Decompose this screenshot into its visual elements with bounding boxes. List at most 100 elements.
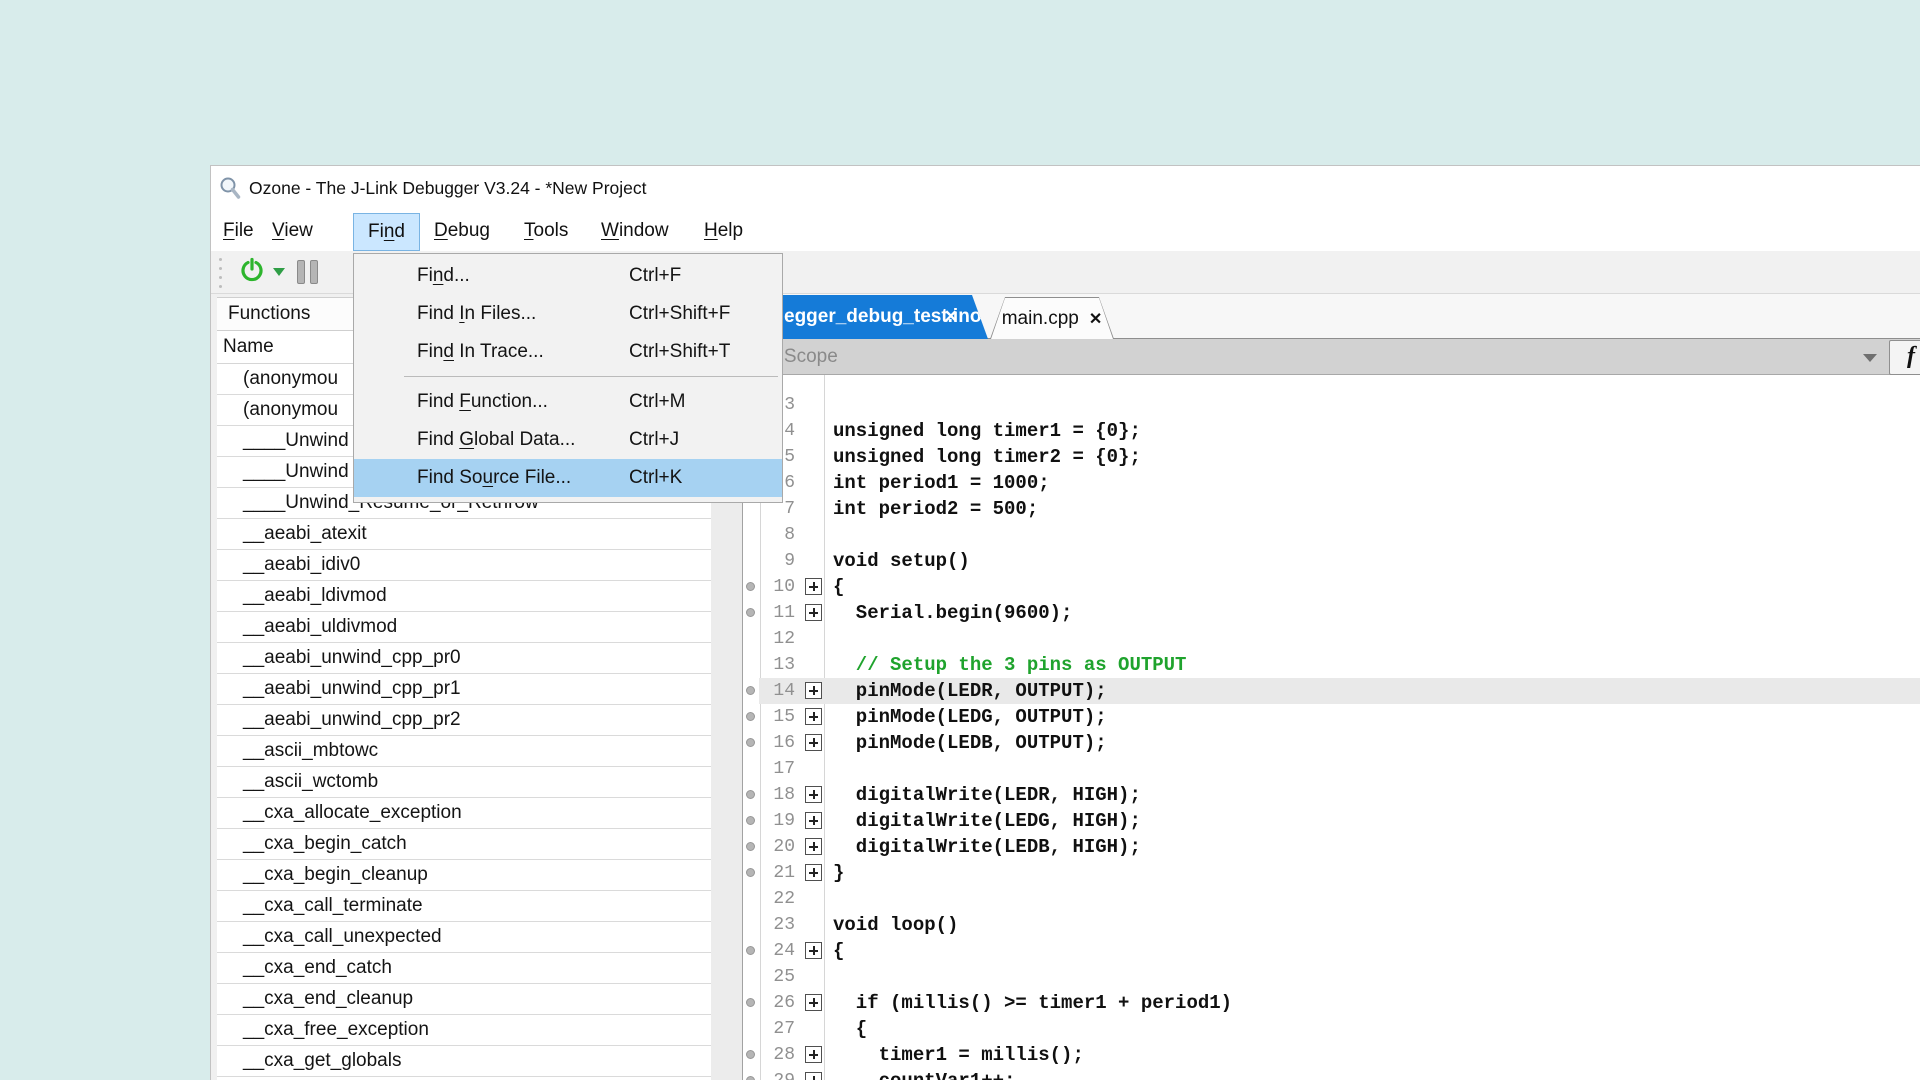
line-number[interactable]: 20 bbox=[757, 834, 795, 860]
line-number[interactable]: 28 bbox=[757, 1042, 795, 1068]
code-line-7: 7int period2 = 500; bbox=[743, 496, 1920, 522]
breakpoint-dot-icon[interactable] bbox=[746, 738, 755, 747]
breakpoint-dot-icon[interactable] bbox=[746, 842, 755, 851]
line-number[interactable]: 16 bbox=[757, 730, 795, 756]
menubar-item-tools[interactable]: Tools bbox=[524, 213, 568, 249]
line-number[interactable]: 29 bbox=[757, 1068, 795, 1080]
line-number[interactable]: 25 bbox=[757, 964, 795, 990]
function-row[interactable]: __aeabi_ldivmod bbox=[217, 581, 711, 612]
line-number[interactable]: 15 bbox=[757, 704, 795, 730]
close-tab-icon[interactable]: ✕ bbox=[944, 295, 958, 339]
menu-shortcut: Ctrl+M bbox=[629, 383, 685, 421]
breakpoint-dot-icon[interactable] bbox=[746, 868, 755, 877]
fold-expand-icon[interactable] bbox=[805, 994, 822, 1011]
line-number[interactable]: 22 bbox=[757, 886, 795, 912]
toolbar-grip-handle[interactable] bbox=[219, 258, 223, 288]
function-row[interactable]: __cxa_end_catch bbox=[217, 953, 711, 984]
breakpoint-dot-icon[interactable] bbox=[746, 686, 755, 695]
code-line-27: 27 { bbox=[743, 1016, 1920, 1042]
line-number[interactable]: 14 bbox=[757, 678, 795, 704]
line-number[interactable]: 17 bbox=[757, 756, 795, 782]
line-number[interactable]: 13 bbox=[757, 652, 795, 678]
menu-item-find[interactable]: Find...Ctrl+F bbox=[354, 257, 782, 295]
line-number[interactable]: 24 bbox=[757, 938, 795, 964]
function-row[interactable]: __ascii_mbtowc bbox=[217, 736, 711, 767]
breakpoint-dot-icon[interactable] bbox=[746, 1050, 755, 1059]
line-number[interactable]: 8 bbox=[757, 522, 795, 548]
titlebar: Ozone - The J-Link Debugger V3.24 - *New… bbox=[211, 166, 1920, 211]
breakpoint-dot-icon[interactable] bbox=[746, 712, 755, 721]
function-list-button[interactable]: f bbox=[1889, 340, 1920, 375]
function-row[interactable]: __aeabi_atexit bbox=[217, 519, 711, 550]
function-row[interactable]: __cxa_begin_catch bbox=[217, 829, 711, 860]
code-editor[interactable]: 34unsigned long timer1 = {0};5unsigned l… bbox=[743, 375, 1920, 1080]
line-number[interactable]: 18 bbox=[757, 782, 795, 808]
menu-shortcut: Ctrl+F bbox=[629, 257, 681, 295]
line-number[interactable]: 11 bbox=[757, 600, 795, 626]
code-text: digitalWrite(LEDB, HIGH); bbox=[833, 834, 1141, 860]
fold-expand-icon[interactable] bbox=[805, 786, 822, 803]
function-row[interactable]: __aeabi_unwind_cpp_pr1 bbox=[217, 674, 711, 705]
breakpoint-dot-icon[interactable] bbox=[746, 998, 755, 1007]
breakpoint-dot-icon[interactable] bbox=[746, 1076, 755, 1080]
fold-expand-icon[interactable] bbox=[805, 942, 822, 959]
line-number[interactable]: 19 bbox=[757, 808, 795, 834]
code-line-17: 17 bbox=[743, 756, 1920, 782]
breakpoint-dot-icon[interactable] bbox=[746, 816, 755, 825]
menubar-item-help[interactable]: Help bbox=[704, 213, 743, 249]
function-row[interactable]: __cxa_free_exception bbox=[217, 1015, 711, 1046]
code-line-23: 23void loop() bbox=[743, 912, 1920, 938]
fold-expand-icon[interactable] bbox=[805, 578, 822, 595]
fold-expand-icon[interactable] bbox=[805, 682, 822, 699]
function-row[interactable]: __cxa_get_globals bbox=[217, 1046, 711, 1077]
fold-expand-icon[interactable] bbox=[805, 708, 822, 725]
breakpoint-dot-icon[interactable] bbox=[746, 946, 755, 955]
menubar-item-debug[interactable]: Debug bbox=[434, 213, 490, 249]
fold-expand-icon[interactable] bbox=[805, 1072, 822, 1080]
line-number[interactable]: 12 bbox=[757, 626, 795, 652]
tab-label: main.cpp bbox=[1002, 308, 1079, 330]
code-line-4: 4unsigned long timer1 = {0}; bbox=[743, 418, 1920, 444]
fold-expand-icon[interactable] bbox=[805, 604, 822, 621]
function-row[interactable]: __ascii_wctomb bbox=[217, 767, 711, 798]
menubar-item-window[interactable]: Window bbox=[601, 213, 669, 249]
line-number[interactable]: 26 bbox=[757, 990, 795, 1016]
menu-item-find-function[interactable]: Find Function...Ctrl+M bbox=[354, 383, 782, 421]
line-number[interactable]: 23 bbox=[757, 912, 795, 938]
pause-button[interactable] bbox=[297, 255, 318, 289]
fold-expand-icon[interactable] bbox=[805, 838, 822, 855]
line-number[interactable]: 21 bbox=[757, 860, 795, 886]
dropdown-arrow-icon[interactable] bbox=[1863, 354, 1877, 362]
breakpoint-dot-icon[interactable] bbox=[746, 608, 755, 617]
function-row[interactable]: __cxa_end_cleanup bbox=[217, 984, 711, 1015]
menu-item-find-in-trace[interactable]: Find In Trace...Ctrl+Shift+T bbox=[354, 333, 782, 371]
power-button[interactable] bbox=[239, 255, 265, 289]
power-dropdown-button[interactable] bbox=[273, 255, 285, 289]
line-number[interactable]: 27 bbox=[757, 1016, 795, 1042]
function-row[interactable]: __aeabi_idiv0 bbox=[217, 550, 711, 581]
menu-item-find-source-file[interactable]: Find Source File...Ctrl+K bbox=[354, 459, 782, 497]
breakpoint-dot-icon[interactable] bbox=[746, 790, 755, 799]
line-number[interactable]: 9 bbox=[757, 548, 795, 574]
function-row[interactable]: __aeabi_unwind_cpp_pr0 bbox=[217, 643, 711, 674]
function-row[interactable]: __aeabi_unwind_cpp_pr2 bbox=[217, 705, 711, 736]
menu-item-find-in-files[interactable]: Find In Files...Ctrl+Shift+F bbox=[354, 295, 782, 333]
close-tab-icon[interactable]: ✕ bbox=[1089, 309, 1102, 329]
function-row[interactable]: __cxa_begin_cleanup bbox=[217, 860, 711, 891]
fold-expand-icon[interactable] bbox=[805, 734, 822, 751]
menubar-item-find[interactable]: Find bbox=[353, 213, 420, 251]
fold-expand-icon[interactable] bbox=[805, 864, 822, 881]
function-row[interactable]: __cxa_allocate_exception bbox=[217, 798, 711, 829]
function-row[interactable]: __cxa_call_unexpected bbox=[217, 922, 711, 953]
fold-expand-icon[interactable] bbox=[805, 812, 822, 829]
menubar-item-file[interactable]: File bbox=[223, 213, 254, 249]
fold-expand-icon[interactable] bbox=[805, 1046, 822, 1063]
breakpoint-dot-icon[interactable] bbox=[746, 582, 755, 591]
line-number[interactable]: 10 bbox=[757, 574, 795, 600]
menu-item-find-global-data[interactable]: Find Global Data...Ctrl+J bbox=[354, 421, 782, 459]
function-row[interactable]: __cxa_call_terminate bbox=[217, 891, 711, 922]
menubar-item-view[interactable]: View bbox=[272, 213, 313, 249]
function-row[interactable]: __aeabi_uldivmod bbox=[217, 612, 711, 643]
tab-main-cpp[interactable]: main.cpp ✕ bbox=[990, 297, 1114, 339]
code-line-29: 29 countVar1++; bbox=[743, 1068, 1920, 1080]
